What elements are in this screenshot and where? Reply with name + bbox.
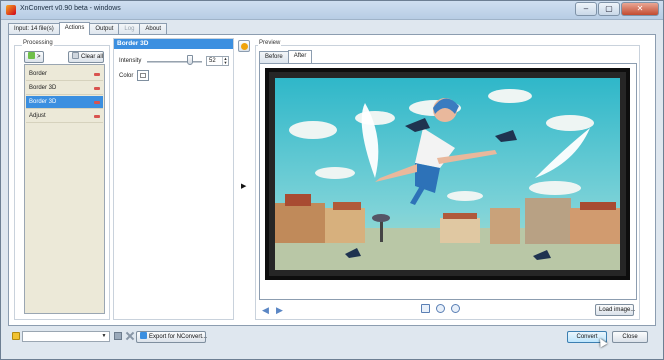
clear-icon (72, 52, 79, 59)
export-icon (140, 332, 147, 339)
tab-before[interactable]: Before (259, 51, 289, 63)
preview-image (265, 68, 630, 280)
save-icon[interactable] (114, 332, 122, 340)
color-label: Color (119, 73, 134, 79)
add-icon (28, 52, 35, 59)
list-item-label: Border 3D (29, 99, 57, 105)
title-bar: XnConvert v0.90 beta - windows – ▢ ✕ (1, 1, 663, 20)
list-item[interactable]: Border (26, 68, 103, 81)
intensity-slider[interactable] (147, 61, 202, 63)
action-settings: Border 3D (113, 38, 234, 320)
list-item[interactable]: Border 3D (26, 96, 103, 109)
color-swatch (140, 73, 146, 78)
delete-icon[interactable] (126, 332, 134, 340)
clear-all-button[interactable]: Clear all (68, 51, 104, 63)
collapse-arrow-icon[interactable]: ▶ (241, 182, 246, 190)
folder-icon[interactable] (12, 332, 20, 340)
list-item-label: Adjust (29, 113, 46, 119)
window-controls: – ▢ ✕ (575, 2, 659, 18)
add-action-button[interactable]: > (24, 51, 44, 63)
zoom-fit-icon[interactable] (421, 304, 430, 313)
actions-list: Border Border 3D Border 3D Adjust (24, 64, 105, 314)
preview-label: Preview (258, 40, 282, 46)
app-logo-icon (6, 5, 16, 15)
maximize-button[interactable]: ▢ (598, 2, 620, 16)
color-picker-button[interactable] (137, 70, 149, 81)
remove-icon[interactable] (94, 87, 100, 90)
intensity-value: 52 (209, 58, 216, 64)
add-action-label: > (37, 54, 41, 60)
zoom-out-icon[interactable] (436, 304, 445, 313)
next-image-icon[interactable]: ▶ (276, 306, 283, 315)
export-nconvert-button[interactable]: Export for NConvert... (136, 331, 208, 343)
intensity-slider-thumb[interactable] (187, 55, 193, 65)
list-item[interactable]: Border 3D (26, 82, 103, 95)
chevron-down-icon[interactable]: ▼ (100, 332, 108, 341)
remove-icon[interactable] (94, 101, 100, 104)
list-item-label: Border 3D (29, 85, 57, 91)
tab-after[interactable]: After (287, 50, 313, 63)
zoom-in-icon[interactable] (451, 304, 460, 313)
remove-icon[interactable] (94, 115, 100, 118)
list-item[interactable]: Adjust (26, 110, 103, 123)
intensity-label: Intensity (119, 58, 142, 64)
remove-icon[interactable] (94, 73, 100, 76)
spin-arrows-icon[interactable]: ▲ ▼ (222, 57, 228, 65)
preview-tabs: Before After (259, 50, 313, 63)
presets-icon (241, 43, 248, 50)
close-button[interactable]: Close (612, 331, 648, 343)
clear-all-label: Clear all (81, 54, 104, 60)
settings-title: Border 3D (114, 39, 233, 49)
intensity-spinbox[interactable]: 52 ▲ ▼ (206, 56, 229, 66)
export-label: Export for NConvert... (149, 334, 208, 340)
settings-combobox[interactable]: ▼ (22, 331, 110, 342)
list-item-label: Border (29, 71, 48, 77)
close-window-button[interactable]: ✕ (621, 2, 659, 16)
presets-button[interactable] (238, 40, 250, 52)
previous-image-icon[interactable]: ◀ (262, 306, 269, 315)
tab-actions[interactable]: Actions (58, 22, 91, 35)
load-image-button[interactable]: Load image... (595, 304, 635, 316)
window-title: XnConvert v0.90 beta - windows (20, 5, 121, 12)
minimize-button[interactable]: – (575, 2, 597, 16)
processing-label: Processing (22, 40, 54, 46)
